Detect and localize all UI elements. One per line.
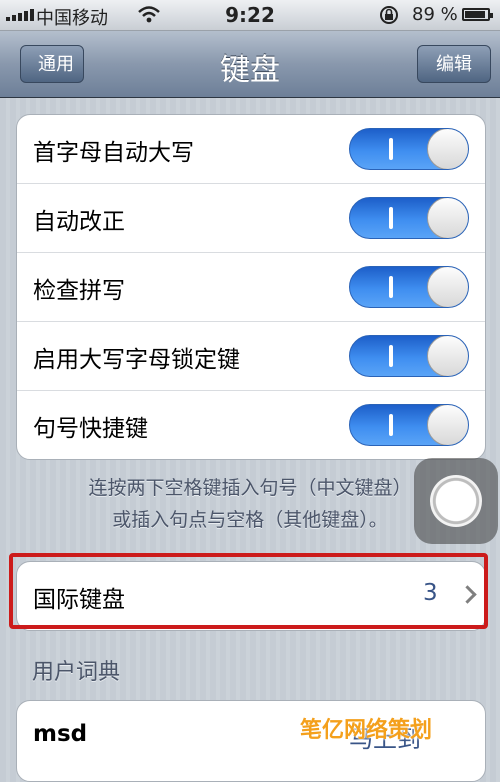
toggle-label: 自动改正 <box>33 209 125 235</box>
shortcut-footnote: 连按两下空格键插入句号（中文键盘） 或插入句点与空格（其他键盘）。 <box>30 472 470 536</box>
switch-knob <box>427 336 468 376</box>
footnote-line-2: 或插入句点与空格（其他键盘）。 <box>112 509 388 531</box>
battery-percentage: 89 % <box>412 4 458 25</box>
on-indicator-icon <box>389 207 393 229</box>
caps-lock-switch[interactable] <box>349 335 469 377</box>
edit-button[interactable]: 编辑 <box>417 45 491 83</box>
auto-correction-switch[interactable] <box>349 197 469 239</box>
on-indicator-icon <box>389 345 393 367</box>
toggle-label: 首字母自动大写 <box>33 140 194 166</box>
on-indicator-icon <box>389 276 393 298</box>
toggle-row-check-spelling: 检查拼写 <box>17 253 485 322</box>
keyboard-toggles-group: 首字母自动大写 自动改正 检查拼写 启用大写字母锁定键 句号快捷键 <box>16 114 486 460</box>
rotation-lock-icon <box>378 5 400 30</box>
dictionary-word: msd <box>33 721 88 747</box>
period-shortcut-switch[interactable] <box>349 404 469 446</box>
toggle-row-caps-lock: 启用大写字母锁定键 <box>17 322 485 391</box>
assistive-touch-button[interactable] <box>414 458 498 544</box>
switch-knob <box>427 405 468 445</box>
red-highlight-box <box>9 553 488 629</box>
auto-capitalization-switch[interactable] <box>349 128 469 170</box>
switch-knob <box>427 129 468 169</box>
on-indicator-icon <box>389 138 393 160</box>
navigation-bar: 通用 键盘 编辑 <box>0 31 500 98</box>
toggle-label: 句号快捷键 <box>33 416 148 442</box>
toggle-row-auto-correction: 自动改正 <box>17 184 485 253</box>
watermark-text: 笔亿网络策划 <box>300 718 433 743</box>
toggle-row-period-shortcut: 句号快捷键 <box>17 391 485 459</box>
assistive-touch-icon <box>430 475 482 527</box>
check-spelling-switch[interactable] <box>349 266 469 308</box>
switch-knob <box>427 198 468 238</box>
status-bar: 中国移动 9:22 89 % <box>0 0 500 31</box>
user-dictionary-header: 用户词典 <box>32 660 121 685</box>
battery-icon <box>462 8 493 21</box>
toggle-label: 启用大写字母锁定键 <box>33 347 240 373</box>
toggle-label: 检查拼写 <box>33 278 125 304</box>
toggle-row-auto-capitalization: 首字母自动大写 <box>17 115 485 184</box>
footnote-line-1: 连按两下空格键插入句号（中文键盘） <box>88 477 412 499</box>
on-indicator-icon <box>389 414 393 436</box>
switch-knob <box>427 267 468 307</box>
